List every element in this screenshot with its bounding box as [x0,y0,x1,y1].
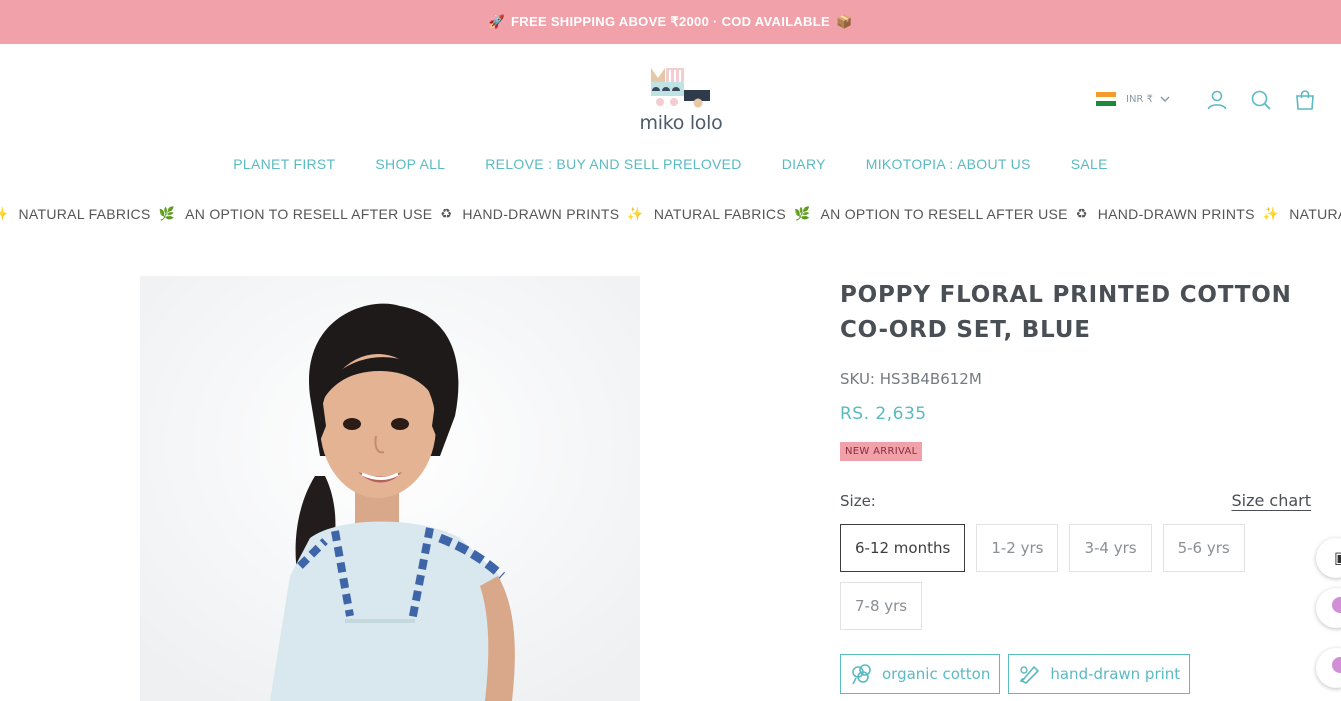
search-icon[interactable] [1249,88,1273,112]
product-title: POPPY FLORAL PRINTED COTTON CO-ORD SET, … [840,282,1292,343]
announcement-text: FREE SHIPPING ABOVE ₹2000 · COD AVAILABL… [511,14,830,29]
size-option-5-6-yrs[interactable]: 5-6 yrs [1162,524,1245,572]
announcement-bar: 🚀 FREE SHIPPING ABOVE ₹2000 · COD AVAILA… [0,0,1341,44]
size-option-7-8-yrs[interactable]: 7-8 yrs [840,582,923,630]
feature-label: organic cotton [882,665,991,683]
nav-mikotopia[interactable]: MIKOTOPIA : ABOUT US [866,156,1031,172]
size-row: Size: Size chart [840,491,1315,510]
size-label: Size: [840,491,876,510]
site-header: miko lolo INR ₹ [0,44,1341,144]
feature-label: hand-drawn print [1050,665,1181,683]
cart-icon[interactable] [1293,88,1317,112]
feature-ticker: ✨ NATURAL FABRICS 🌿 AN OPTION TO RESELL A… [0,204,1341,226]
sparkle-icon: ✨ [1262,206,1280,221]
gift-icon [1332,657,1341,673]
product-sku: SKU: HS3B4B612M [840,370,982,388]
india-flag-icon [1096,92,1116,107]
logo-mark-icon [651,68,710,108]
size-option-3-4-yrs[interactable]: 3-4 yrs [1069,524,1152,572]
package-icon: 📦 [835,14,853,29]
recycle-icon: ♻ [440,206,453,221]
floating-widget-button[interactable]: ▣ [1316,538,1341,578]
floating-widget-button[interactable] [1316,648,1341,688]
product-image[interactable] [140,276,640,701]
cotton-icon [852,664,871,685]
product-features: organic cotton hand-drawn print [840,654,1315,694]
currency-label: INR ₹ [1126,93,1153,105]
gift-icon [1332,597,1341,613]
size-option-1-2-yrs[interactable]: 1-2 yrs [976,524,1059,572]
account-icon[interactable] [1205,88,1229,112]
brush-icon [1020,665,1040,684]
product-price: RS. 2,635 [840,404,927,424]
nav-planet-first[interactable]: PLANET FIRST [233,156,335,172]
leaf-icon: 🌿 [793,206,811,221]
ticker-item: NATURAL FABRICS 🌿 [18,206,176,222]
size-chart-link[interactable]: Size chart [1231,491,1311,510]
rocket-icon: 🚀 [488,14,506,29]
ticker-item: HAND-DRAWN PRINTS ✨ [462,206,644,222]
ticker-item: NATURAL FA [1289,206,1341,222]
logo[interactable]: miko lolo [628,66,738,136]
feature-organic-cotton: organic cotton [840,654,1001,694]
feature-hand-drawn-print: hand-drawn print [1008,654,1191,694]
chevron-down-icon [1160,96,1170,102]
ticker-item: NATURAL FABRICS 🌿 [653,206,811,222]
size-option-6-12-months[interactable]: 6-12 months [840,524,966,572]
floating-widget-button[interactable] [1316,588,1341,628]
leaf-icon: 🌿 [158,206,176,221]
logo-text: miko lolo [639,112,723,134]
nav-shop-all[interactable]: SHOP ALL [375,156,445,172]
currency-selector[interactable]: INR ₹ [1096,92,1171,107]
nav-diary[interactable]: DIARY [782,156,826,172]
sparkle-icon: ✨ [0,206,9,221]
ticker-item: AN OPTION TO RESELL AFTER USE ♻ [820,206,1088,222]
new-arrival-badge: NEW ARRIVAL [840,442,923,461]
main-navigation: PLANET FIRST SHOP ALL RELOVE : BUY AND S… [0,156,1341,172]
ticker-item: AN OPTION TO RESELL AFTER USE ♻ [185,206,453,222]
recycle-icon: ♻ [1075,206,1088,221]
product-photo-illustration [140,276,640,701]
sparkle-icon: ✨ [627,206,644,221]
chat-icon: ▣ [1334,548,1341,567]
product-info: POPPY FLORAL PRINTED COTTON CO-ORD SET, … [840,278,1315,694]
ticker-item: HAND-DRAWN PRINTS ✨ [1097,206,1280,222]
nav-relove[interactable]: RELOVE : BUY AND SELL PRELOVED [485,156,741,172]
size-options: 6-12 months 1-2 yrs 3-4 yrs 5-6 yrs 7-8 … [840,524,1260,630]
nav-sale[interactable]: SALE [1071,156,1108,172]
